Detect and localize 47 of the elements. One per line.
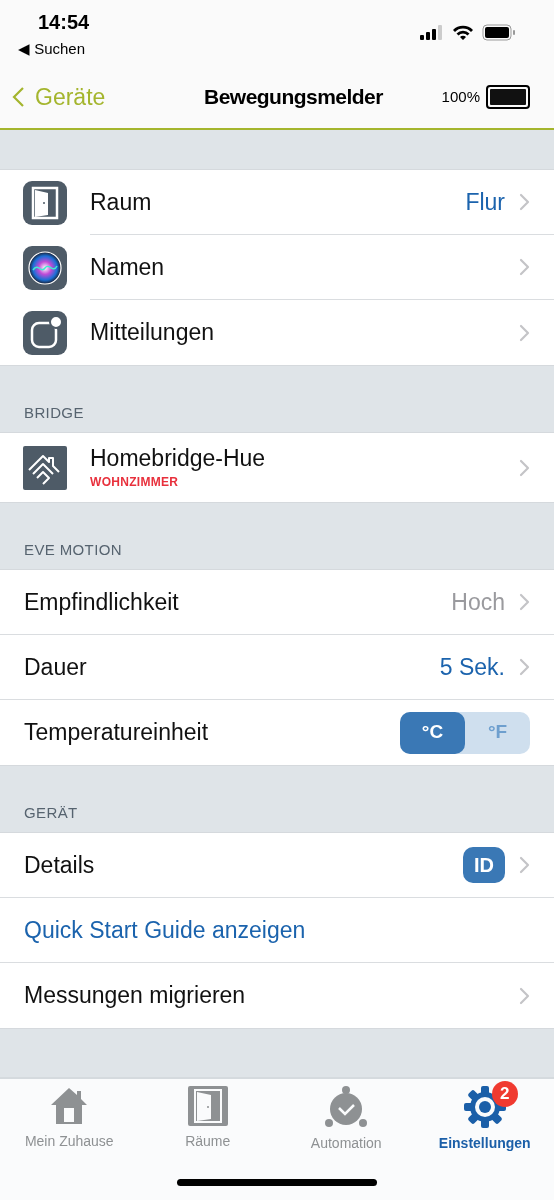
notification-badge: 2 [491, 1081, 518, 1107]
wifi-icon [452, 24, 474, 40]
chevron-icon [519, 593, 530, 611]
row-label: Namen [90, 252, 166, 282]
chevron-icon [519, 458, 530, 477]
door-icon [23, 180, 67, 225]
chevron-icon [519, 193, 530, 211]
row-label: Temperatureinheit [24, 718, 210, 747]
unit-option[interactable]: °C [400, 711, 465, 754]
door-icon [186, 1085, 229, 1127]
signal-icon [420, 24, 444, 40]
row-label: Raum [90, 187, 153, 217]
tab-bar-item[interactable]: Mein Zuhause [4, 1085, 135, 1154]
row-label: Empfindlichkeit [24, 587, 180, 617]
row-label: Mitteilungen [90, 318, 216, 347]
siri-icon [23, 245, 67, 290]
row-label: Dauer [24, 652, 88, 682]
chevron-icon [519, 258, 530, 276]
row-label: Messungen migrieren [24, 981, 247, 1010]
chevron-icon [519, 856, 530, 874]
row-value: 5 Sek. [439, 652, 505, 682]
row-label: Details [24, 850, 96, 880]
back-chevron-icon [12, 86, 25, 108]
back-to-search[interactable]: ◀ Suchen [18, 38, 90, 61]
row-label: Homebridge-Hue [90, 444, 267, 473]
battery-indicator [486, 85, 530, 109]
quick-start-link[interactable]: Quick Start Guide anzeigen [24, 912, 530, 948]
page-title: Bewegungsmelder [204, 84, 383, 111]
battery-percentage: 100% [441, 86, 480, 107]
tab-bar-item[interactable]: Räume [142, 1085, 273, 1154]
chevron-icon [519, 658, 530, 676]
tab-bar-item[interactable]: Automation [281, 1085, 412, 1154]
id-badge: ID [463, 847, 505, 883]
notification-icon [23, 310, 67, 355]
row-value: Flur [465, 187, 505, 217]
section-header: EVE MOTION [24, 539, 122, 560]
room-label: WOHNZIMMER [90, 473, 180, 491]
chevron-icon [519, 323, 530, 342]
chevron-icon [519, 986, 530, 1005]
section-header: BRIDGE [24, 402, 84, 423]
clock-time: 14:54 [38, 10, 90, 34]
section-header: GERÄT [24, 802, 78, 823]
battery-icon [482, 23, 516, 41]
row-value: Hoch [451, 587, 505, 617]
unit-toggle[interactable]: °C °F [400, 711, 530, 754]
house-icon [23, 445, 67, 490]
alarm-clock-icon [324, 1085, 369, 1129]
